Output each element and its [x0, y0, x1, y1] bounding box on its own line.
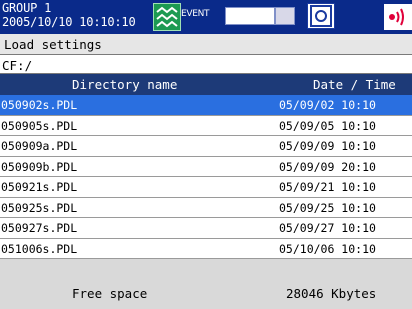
path-bar: CF:/	[0, 54, 412, 74]
table-row[interactable]: 050921s.PDL 05/09/21 10:10	[0, 177, 412, 198]
table-row[interactable]: 050905s.PDL 05/09/05 10:10	[0, 115, 412, 136]
file-table: Directory name Date / Time 050902s.PDL 0…	[0, 74, 412, 259]
file-name: 050902s.PDL	[1, 98, 78, 112]
event-label: EVENT	[181, 9, 210, 19]
event-indicator	[225, 7, 275, 25]
file-date: 05/09/09 10:10	[279, 139, 376, 153]
file-date: 05/09/09 20:10	[279, 159, 376, 174]
file-name: 051006s.PDL	[1, 241, 78, 256]
file-name: 050909b.PDL	[1, 159, 78, 174]
free-space-label: Free space	[72, 286, 148, 301]
footer: Free space 28046 Kbytes	[0, 275, 412, 309]
table-row[interactable]: 050909a.PDL 05/09/09 10:10	[0, 136, 412, 157]
file-date: 05/09/21 10:10	[279, 180, 376, 194]
table-row[interactable]: 051006s.PDL 05/10/06 10:10	[0, 238, 412, 259]
file-name: 050927s.PDL	[1, 221, 78, 235]
status-bar: GROUP 1 2005/10/10 10:10:10 EVENT	[0, 0, 412, 34]
group-label[interactable]: GROUP 1	[2, 2, 51, 15]
file-date: 05/09/05 10:10	[279, 118, 376, 133]
file-name: 050909a.PDL	[1, 139, 78, 153]
storage-media-icon[interactable]	[307, 3, 335, 29]
table-header: Directory name Date / Time	[0, 74, 412, 95]
column-header-name[interactable]: Directory name	[72, 77, 177, 92]
sound-alarm-icon[interactable]	[384, 4, 412, 30]
file-date: 05/09/02 10:10	[279, 98, 376, 112]
dialog-title: Load settings	[4, 37, 102, 52]
column-header-date[interactable]: Date / Time	[313, 77, 396, 92]
table-row[interactable]: 050927s.PDL 05/09/27 10:10	[0, 218, 412, 239]
file-name: 050921s.PDL	[1, 180, 78, 194]
file-name: 050905s.PDL	[1, 118, 78, 133]
date-time: 2005/10/10 10:10:10	[2, 15, 136, 29]
dialog-header: Load settings	[0, 34, 412, 54]
table-row[interactable]: 050925s.PDL 05/09/25 10:10	[0, 197, 412, 218]
file-date: 05/10/06 10:10	[279, 241, 376, 256]
table-row[interactable]: 050909b.PDL 05/09/09 20:10	[0, 156, 412, 177]
file-date: 05/09/25 10:10	[279, 200, 376, 215]
free-space-value: 28046 Kbytes	[286, 286, 377, 301]
file-date: 05/09/27 10:10	[279, 221, 376, 235]
table-row[interactable]: 050902s.PDL 05/09/02 10:10	[0, 95, 412, 116]
trend-display-icon[interactable]	[153, 3, 181, 31]
event-indicator-end	[275, 7, 295, 25]
file-name: 050925s.PDL	[1, 200, 78, 215]
current-path: CF:/	[2, 58, 33, 73]
